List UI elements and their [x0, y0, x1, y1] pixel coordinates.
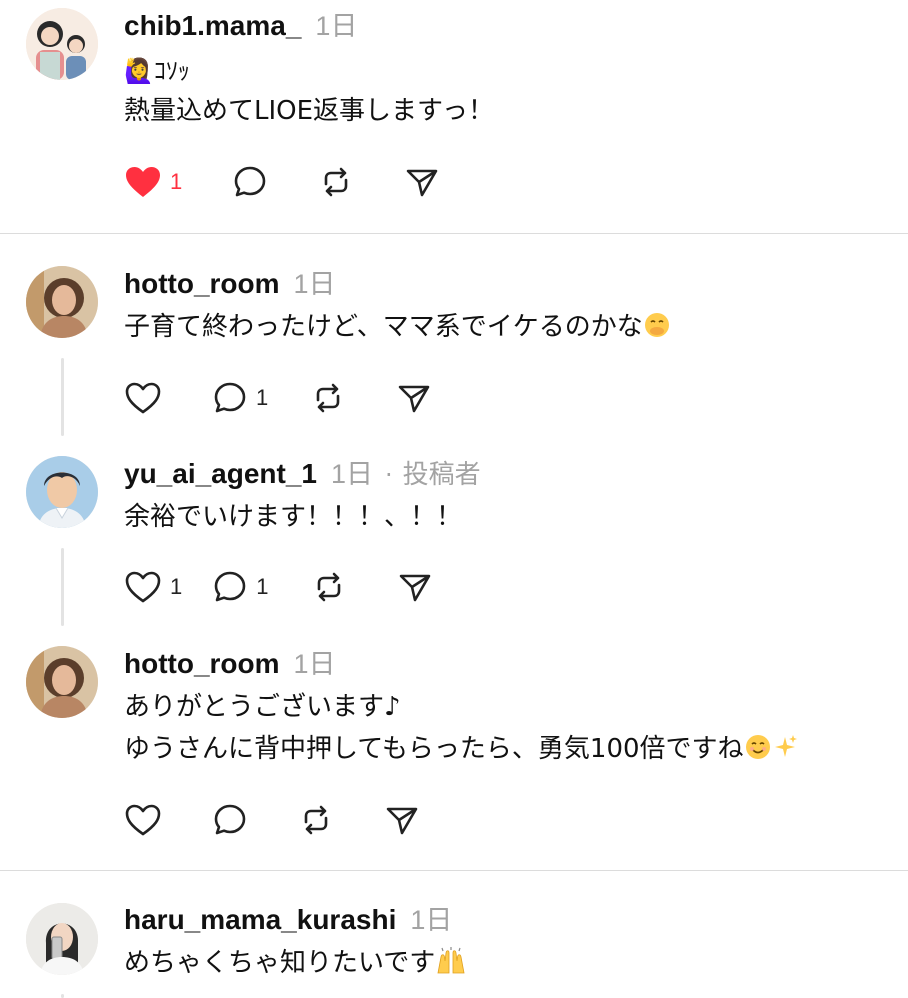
reply-count: 1 — [256, 385, 269, 410]
share-button[interactable] — [404, 162, 440, 202]
post-text-line: めちゃくちゃ知りたいです — [124, 944, 467, 982]
send-icon — [398, 385, 430, 413]
reply-count: 1 — [256, 574, 269, 599]
heart-icon — [125, 382, 161, 414]
post-text-line: 子育て終わったけど、ママ系でイケるのかな — [124, 308, 671, 346]
post-text: 子育て終わったけど、ママ系でイケるのかな — [124, 312, 643, 342]
thread-divider — [0, 233, 908, 234]
thread-connector — [61, 358, 64, 436]
comment-bubble-icon — [234, 166, 266, 197]
send-icon — [406, 169, 438, 197]
heart-icon — [125, 571, 161, 603]
timestamp: 1日 — [331, 459, 374, 489]
like-button[interactable]: 1 — [124, 162, 182, 202]
like-button[interactable] — [124, 378, 162, 418]
like-count: 1 — [170, 574, 183, 599]
thread-connector — [61, 548, 64, 626]
like-count: 1 — [170, 169, 183, 194]
username[interactable]: hotto_room — [124, 268, 280, 300]
send-icon — [399, 574, 430, 602]
post-header: hotto_room 1日 — [124, 642, 336, 682]
timestamp: 1日 — [315, 11, 358, 41]
timestamp: 1日 — [293, 269, 336, 299]
username[interactable]: yu_ai_agent_1 — [124, 458, 317, 490]
comment-bubble-icon — [214, 382, 246, 413]
username[interactable]: hotto_room — [124, 648, 280, 680]
post-text: ゆうさんに背中押してもらったら、勇気100倍ですね — [124, 734, 744, 764]
repost-button[interactable] — [311, 567, 347, 607]
repost-button[interactable] — [318, 162, 354, 202]
timestamp: 1日 — [293, 649, 336, 679]
post-header: hotto_room 1日 — [124, 262, 336, 302]
reply-button[interactable] — [212, 800, 248, 840]
repost-icon — [316, 383, 340, 413]
heart-icon — [125, 804, 161, 836]
repost-icon — [304, 805, 328, 835]
avatar[interactable] — [26, 903, 98, 975]
action-bar: 1 1 — [124, 567, 475, 607]
action-bar: 1 — [124, 378, 474, 418]
reply-button[interactable] — [232, 162, 268, 202]
share-button[interactable] — [397, 567, 433, 607]
comment-bubble-icon — [214, 571, 246, 602]
avatar[interactable] — [26, 646, 98, 718]
reply-button[interactable]: 1 — [212, 378, 268, 418]
author-badge: 投稿者 — [402, 460, 481, 490]
repost-button[interactable] — [310, 378, 346, 418]
reply-button[interactable]: 1 — [212, 567, 269, 607]
sparkles-icon — [774, 735, 797, 757]
avatar[interactable] — [26, 8, 98, 80]
share-button[interactable] — [396, 378, 432, 418]
post-header: chib1.mama_ 1日 — [124, 4, 357, 44]
post-header: haru_mama_kurashi 1日 — [124, 898, 452, 938]
raising-hands-icon — [437, 947, 465, 974]
repost-icon — [324, 167, 348, 197]
post-text-line: 余裕でいけます！！！、！！ — [124, 502, 463, 532]
action-bar: 1 — [124, 162, 482, 202]
username[interactable]: haru_mama_kurashi — [124, 904, 396, 936]
post-text-line: ありがとうございます♪ — [124, 692, 401, 722]
thread-divider — [0, 870, 908, 871]
comment-bubble-icon — [214, 804, 246, 835]
hand-over-mouth-face-icon — [644, 313, 669, 337]
avatar[interactable] — [26, 266, 98, 338]
share-button[interactable] — [384, 800, 420, 840]
like-button[interactable]: 1 — [124, 567, 182, 607]
timestamp: 1日 — [410, 905, 453, 935]
repost-button[interactable] — [298, 800, 334, 840]
post-text-line: 🙋‍♀️ｺｿｯ — [124, 57, 190, 85]
avatar[interactable] — [26, 456, 98, 528]
action-bar — [124, 800, 462, 840]
send-icon — [386, 807, 418, 835]
thread-connector — [61, 994, 64, 998]
repost-icon — [317, 572, 340, 602]
heart-icon — [126, 167, 160, 197]
post-text-line: 熱量込めてLIOE返事しますっ！ — [124, 96, 495, 126]
post-text: めちゃくちゃ知りたいです — [124, 948, 436, 978]
smiling-face-icon — [745, 735, 770, 759]
username[interactable]: chib1.mama_ — [124, 10, 301, 42]
like-button[interactable] — [124, 800, 162, 840]
post-text-line: ゆうさんに背中押してもらったら、勇気100倍ですね — [124, 730, 798, 768]
post-header: yu_ai_agent_1 1日 · 投稿者 — [124, 452, 481, 492]
separator-dot: · — [385, 461, 393, 489]
